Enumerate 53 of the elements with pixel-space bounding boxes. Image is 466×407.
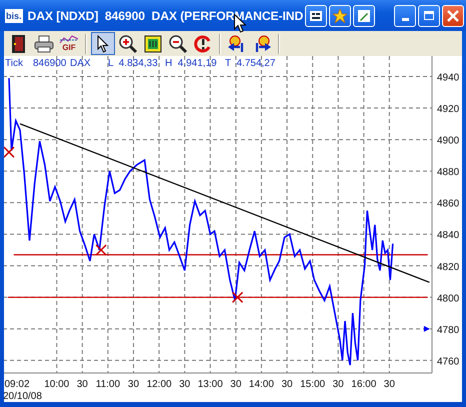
y-tick-label: 4820 [437, 262, 460, 273]
y-tick-label: 4940 [437, 72, 460, 84]
close-button[interactable] [442, 4, 464, 26]
zoom-in-icon [118, 34, 138, 54]
list-button[interactable] [305, 4, 328, 26]
chart-frame-icon [144, 34, 162, 52]
chart-info-text: 846900 [33, 58, 66, 69]
y-tick-label: 4800 [437, 293, 460, 304]
window-title: DAX [NDXD] 846900 DAX (PERFORMANCE-IND [28, 8, 304, 22]
x-tick-label: 09:02 [4, 379, 30, 390]
chart-info-text: L 4.834,33 [108, 58, 158, 69]
star-button[interactable] [329, 4, 352, 26]
reset-icon [194, 34, 212, 52]
app-icon: bis. [5, 8, 23, 22]
y-tick-label: 4780 [437, 324, 460, 336]
x-tick-label: 14:00 [248, 379, 274, 390]
edit-button[interactable] [353, 4, 376, 26]
gif-button[interactable]: GIF [57, 32, 81, 55]
chart-info-text: Tick [5, 58, 23, 69]
x-tick-label: 30 [230, 379, 242, 390]
maximize-button[interactable] [418, 4, 440, 26]
star-icon [333, 8, 348, 22]
pointer-icon [97, 34, 109, 52]
x-tick-label: 30 [128, 379, 140, 390]
y-tick-label: 4900 [437, 136, 460, 147]
zoom-out-icon [168, 34, 188, 54]
y-tick-label: 4840 [437, 230, 460, 242]
door-icon [11, 34, 27, 54]
pen-icon [358, 10, 370, 22]
x-tick-label: 13:00 [198, 379, 223, 390]
chart-icon [59, 35, 79, 44]
y-tick-label: 4860 [437, 198, 460, 210]
chart-info-text: H 4.941,19 [165, 58, 217, 69]
list-icon [310, 10, 322, 20]
minimize-button[interactable] [394, 4, 416, 26]
y-tick-label: 4760 [437, 356, 460, 368]
close-icon [447, 10, 459, 22]
x-tick-label: 15:00 [300, 379, 326, 390]
chart-info-text: DAX [70, 58, 91, 69]
x-tick-label: 16:00 [351, 379, 376, 390]
y-tick-label: 4880 [437, 167, 460, 178]
x-tick-label: 11:00 [96, 379, 120, 390]
chart-info-text: T 4.754,27 [225, 58, 276, 69]
x-tick-label: 30 [281, 379, 293, 390]
x-tick-label: 30 [179, 379, 190, 390]
x-tick-label: 30 [384, 379, 395, 390]
pointer-button[interactable] [91, 32, 115, 55]
x-tick-label: 30 [332, 379, 344, 390]
x-tick-label: 12:00 [146, 379, 172, 390]
printer-icon [34, 34, 54, 52]
x-tick-label: 30 [76, 379, 88, 390]
y-tick-label: 4920 [437, 104, 460, 116]
x-tick-label: 10:00 [44, 379, 70, 390]
